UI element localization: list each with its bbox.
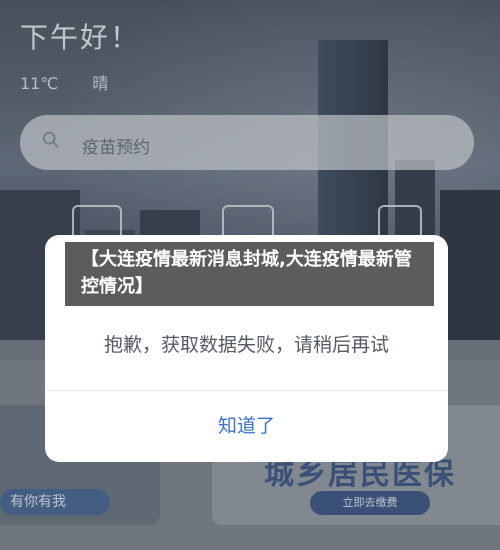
ok-button[interactable]: 知道了 [45, 391, 448, 462]
dialog-title: 【大连疫情最新消息封城,大连疫情最新管控情况】 [65, 242, 434, 306]
dialog-message: 抱歉，获取数据失败，请稍后再试 [103, 334, 389, 356]
